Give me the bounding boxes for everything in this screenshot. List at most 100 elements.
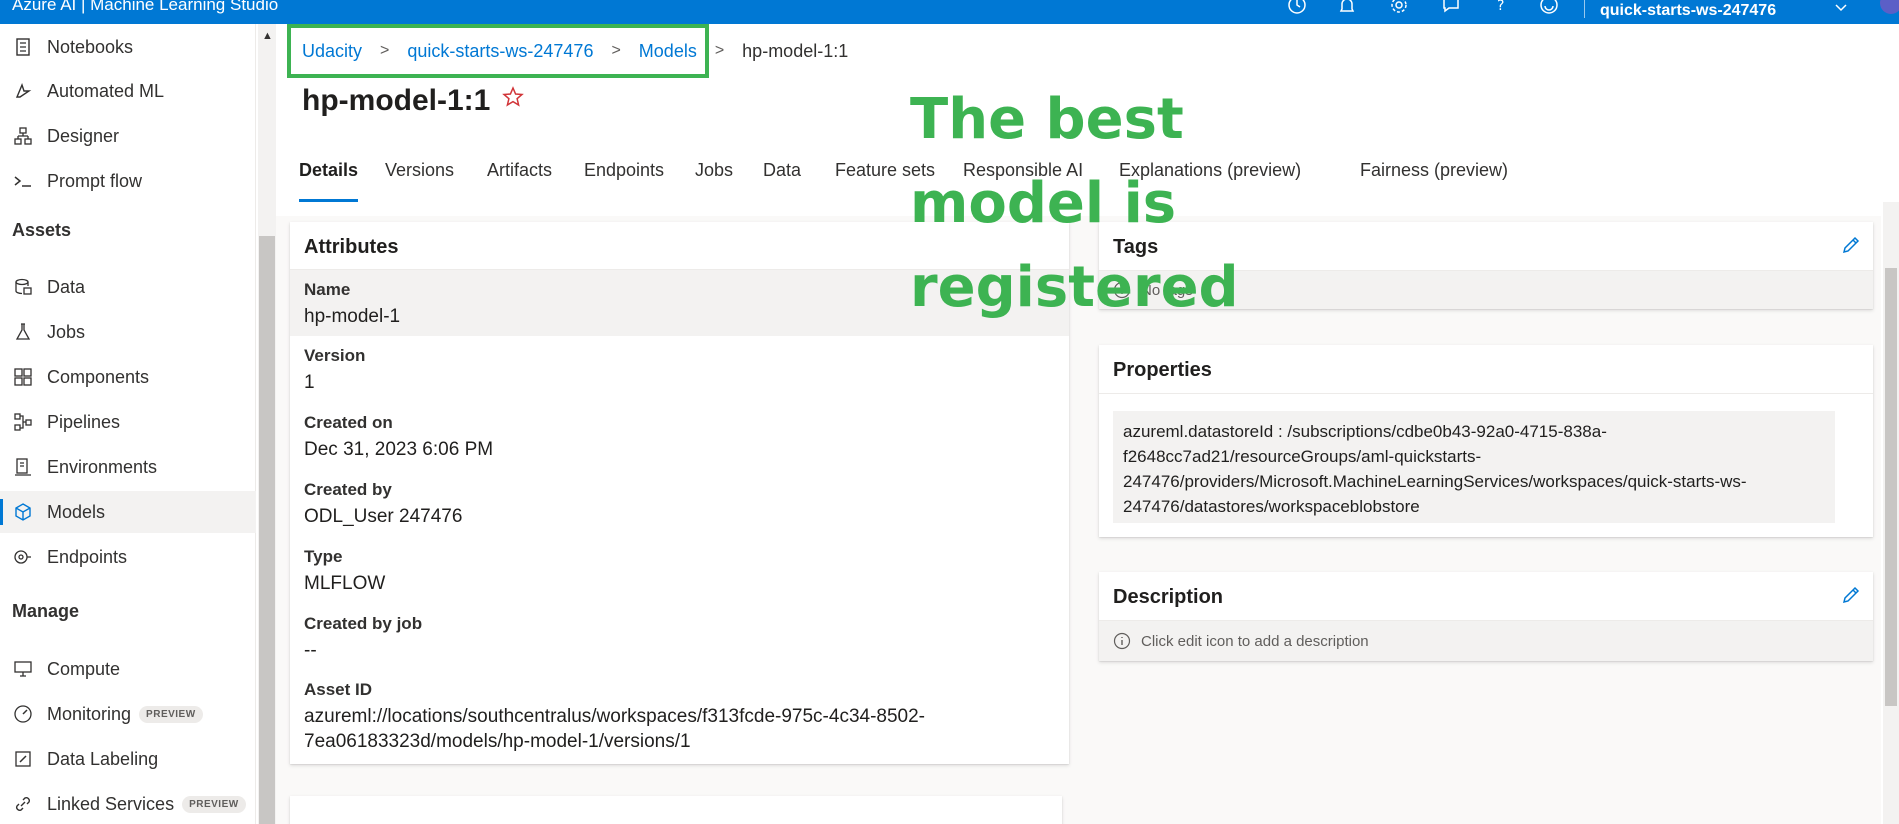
preview-badge: PREVIEW <box>139 705 203 723</box>
sidebar-item-pipelines[interactable]: Pipelines <box>0 401 256 443</box>
sidebar-item-designer[interactable]: Designer <box>0 115 256 157</box>
sidebar-item-monitoring[interactable]: Monitoring PREVIEW <box>0 693 256 735</box>
gauge-icon <box>12 703 34 725</box>
sidebar-item-models[interactable]: Models <box>0 491 256 533</box>
edit-tags-icon[interactable] <box>1840 234 1862 261</box>
property-item: azureml.datastoreId : /subscriptions/cdb… <box>1113 411 1835 523</box>
flask-icon <box>12 321 34 343</box>
page-title: hp-model-1:1 <box>302 84 491 117</box>
asset-id-line: 7ea06183323d/models/hp-model-1/versions/… <box>304 731 691 752</box>
attribute-value: Dec 31, 2023 6:06 PM <box>304 439 494 460</box>
components-icon <box>12 366 34 388</box>
sidebar-item-label: Pipelines <box>47 411 121 432</box>
tab-endpoints[interactable]: Endpoints <box>584 156 664 202</box>
sidebar-item-label: Monitoring <box>47 703 132 724</box>
info-icon <box>1113 632 1131 650</box>
attribute-label: Created by job <box>304 614 423 633</box>
clock-icon[interactable] <box>1286 0 1308 16</box>
sidebar-item-endpoints[interactable]: Endpoints <box>0 536 256 578</box>
sidebar-item-label: Components <box>47 366 150 387</box>
star-icon[interactable] <box>502 86 524 113</box>
scroll-up-icon[interactable]: ▲ <box>262 30 273 42</box>
attribute-label: Created on <box>304 413 393 432</box>
sidebar-item-label: Environments <box>47 456 158 477</box>
annotation-line: The best <box>910 87 1184 152</box>
section-heading-assets: Assets <box>12 220 72 240</box>
sidebar-item-data-labeling[interactable]: Data Labeling <box>0 738 256 780</box>
sidebar-item-label: Data <box>47 276 86 297</box>
environment-icon <box>12 456 34 478</box>
attribute-value[interactable]: -- <box>304 640 317 662</box>
sidebar-item-label: Jobs <box>47 321 86 342</box>
attribute-value: hp-model-1 <box>304 306 401 327</box>
app-title[interactable]: Azure AI | Machine Learning Studio <box>12 0 278 15</box>
attribute-row: Asset ID azureml://locations/southcentra… <box>290 670 1069 764</box>
attribute-value: 1 <box>304 372 315 393</box>
sidebar-item-label: Automated ML <box>47 80 165 101</box>
sidebar-item-label: Designer <box>47 125 120 146</box>
sidebar-item-notebooks[interactable]: Notebooks <box>0 26 256 68</box>
section-heading-manage: Manage <box>12 601 80 621</box>
annotation-line: model is <box>910 171 1177 236</box>
topbar-divider <box>1584 0 1585 18</box>
smiley-icon[interactable] <box>1538 0 1560 16</box>
compute-icon <box>12 658 34 680</box>
tab-jobs[interactable]: Jobs <box>695 156 733 202</box>
prompt-icon <box>12 170 34 192</box>
property-line: 247476/datastores/workspaceblobstore <box>1123 497 1420 516</box>
sidebar-scrollbar[interactable]: ▲ <box>258 24 276 824</box>
annotation-text: The best model is registered <box>910 78 1240 330</box>
workspace-name[interactable]: quick-starts-ws-247476 <box>1600 2 1776 20</box>
chevron-down-icon[interactable] <box>1830 0 1852 18</box>
description-empty-text: Click edit icon to add a description <box>1141 632 1369 650</box>
sidebar-item-label: Prompt flow <box>47 170 143 191</box>
description-title: Description <box>1113 586 1224 608</box>
tab-versions[interactable]: Versions <box>385 156 454 202</box>
sidebar-item-linked-services[interactable]: Linked Services PREVIEW <box>0 783 256 824</box>
attribute-row: Type MLFLOW <box>290 537 1069 603</box>
cube-icon <box>12 501 34 523</box>
sidebar-item-label: Models <box>47 501 106 522</box>
avatar[interactable] <box>1880 0 1899 14</box>
next-card <box>290 796 1062 824</box>
description-empty-row: Click edit icon to add a description <box>1099 621 1873 661</box>
property-line: 247476/providers/Microsoft.MachineLearni… <box>1123 472 1747 491</box>
properties-card: Properties azureml.datastoreId : /subscr… <box>1099 345 1873 537</box>
sidebar-item-prompt-flow[interactable]: Prompt flow <box>0 160 256 202</box>
edit-description-icon[interactable] <box>1840 584 1862 611</box>
tab-fairness[interactable]: Fairness (preview) <box>1360 156 1508 202</box>
sidebar-item-label: Linked Services <box>47 793 175 814</box>
attributes-title: Attributes <box>304 236 399 258</box>
attribute-row: Created by job -- <box>290 604 1069 670</box>
top-bar: Azure AI | Machine Learning Studio ? qui… <box>0 0 1899 24</box>
sidebar-item-automated-ml[interactable]: Automated ML <box>0 70 256 112</box>
sidebar-item-data[interactable]: Data <box>0 266 256 308</box>
help-icon[interactable]: ? <box>1490 0 1512 16</box>
main-scrollbar[interactable] <box>1883 202 1899 824</box>
attribute-label: Asset ID <box>304 680 373 699</box>
chevron-right-icon: > <box>714 42 725 59</box>
property-line: azureml.datastoreId : /subscriptions/cdb… <box>1123 422 1607 441</box>
description-card: Description Click edit icon to add a des… <box>1099 572 1873 661</box>
endpoint-icon <box>12 546 34 568</box>
tab-details[interactable]: Details <box>299 156 359 202</box>
feedback-icon[interactable] <box>1440 0 1462 16</box>
scrollbar-thumb[interactable] <box>259 236 275 824</box>
sidebar-item-environments[interactable]: Environments <box>0 446 256 488</box>
gear-icon[interactable] <box>1388 0 1410 16</box>
attribute-row: Created by ODL_User 247476 <box>290 470 1069 536</box>
sidebar-item-components[interactable]: Components <box>0 356 256 398</box>
sidebar: Notebooks Automated ML Designer Prompt f… <box>0 24 256 824</box>
label-icon <box>12 748 34 770</box>
attribute-value: ODL_User 247476 <box>304 506 463 527</box>
notebook-icon <box>12 36 34 58</box>
tab-artifacts[interactable]: Artifacts <box>487 156 552 202</box>
annotation-line: registered <box>910 255 1239 320</box>
sidebar-item-label: Notebooks <box>47 36 134 57</box>
scrollbar-thumb[interactable] <box>1885 268 1897 706</box>
sidebar-item-compute[interactable]: Compute <box>0 648 256 690</box>
sidebar-item-label: Compute <box>47 658 121 679</box>
tab-data[interactable]: Data <box>763 156 801 202</box>
sidebar-item-jobs[interactable]: Jobs <box>0 311 256 353</box>
bell-icon[interactable] <box>1336 0 1358 16</box>
